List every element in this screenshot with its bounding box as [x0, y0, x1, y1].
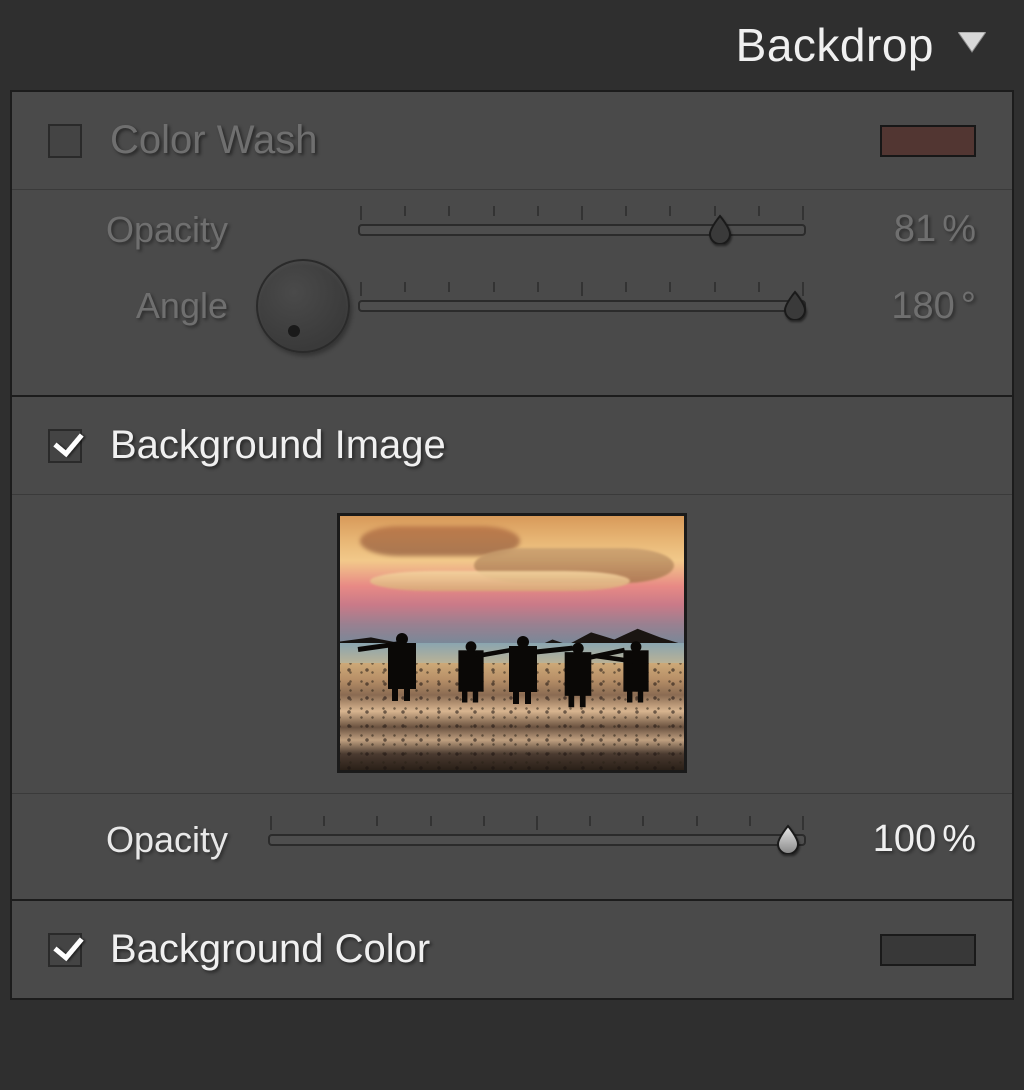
color-wash-title: Color Wash: [110, 118, 852, 163]
angle-slider-row: Angle: [48, 259, 976, 353]
color-wash-section: Color Wash Opacity: [12, 92, 1012, 397]
color-wash-sliders: Opacity 81%: [12, 189, 1012, 395]
color-wash-opacity-slider[interactable]: [358, 210, 806, 250]
angle-dial[interactable]: [256, 259, 350, 353]
background-color-checkbox[interactable]: [48, 933, 82, 967]
panel-header[interactable]: Backdrop: [10, 0, 1014, 90]
background-image-header: Background Image: [12, 397, 1012, 494]
color-wash-swatch[interactable]: [880, 125, 976, 157]
background-image-checkbox[interactable]: [48, 429, 82, 463]
slider-thumb-icon[interactable]: [706, 214, 734, 244]
background-color-header: Background Color: [12, 901, 1012, 998]
background-color-title: Background Color: [110, 927, 852, 972]
opacity-label: Opacity: [48, 209, 248, 251]
background-image-title: Background Image: [110, 423, 976, 468]
panel-body: Color Wash Opacity: [10, 90, 1014, 1000]
color-wash-header: Color Wash: [12, 92, 1012, 189]
slider-thumb-icon[interactable]: [781, 290, 809, 320]
bg-image-opacity-label: Opacity: [48, 819, 248, 861]
backdrop-panel: Backdrop Color Wash Opacity: [0, 0, 1024, 1090]
background-color-section: Background Color: [12, 901, 1012, 998]
angle-label: Angle: [48, 285, 248, 327]
color-wash-checkbox[interactable]: [48, 124, 82, 158]
opacity-slider-row: Opacity 81%: [48, 208, 976, 251]
background-image-opacity-area: Opacity: [12, 793, 1012, 899]
panel-title: Backdrop: [736, 18, 934, 72]
background-image-section: Background Image Opacity: [12, 397, 1012, 901]
color-wash-opacity-value[interactable]: 81%: [806, 208, 976, 251]
background-color-swatch[interactable]: [880, 934, 976, 966]
bg-image-opacity-value[interactable]: 100%: [806, 818, 976, 861]
background-image-thumbnail-area: [12, 494, 1012, 793]
background-image-thumbnail[interactable]: [337, 513, 687, 773]
color-wash-angle-slider[interactable]: [358, 286, 806, 326]
bg-image-opacity-slider[interactable]: [268, 820, 806, 860]
disclosure-triangle-icon[interactable]: [958, 32, 986, 59]
color-wash-angle-value[interactable]: 180°: [806, 285, 976, 328]
slider-thumb-icon[interactable]: [774, 824, 802, 854]
